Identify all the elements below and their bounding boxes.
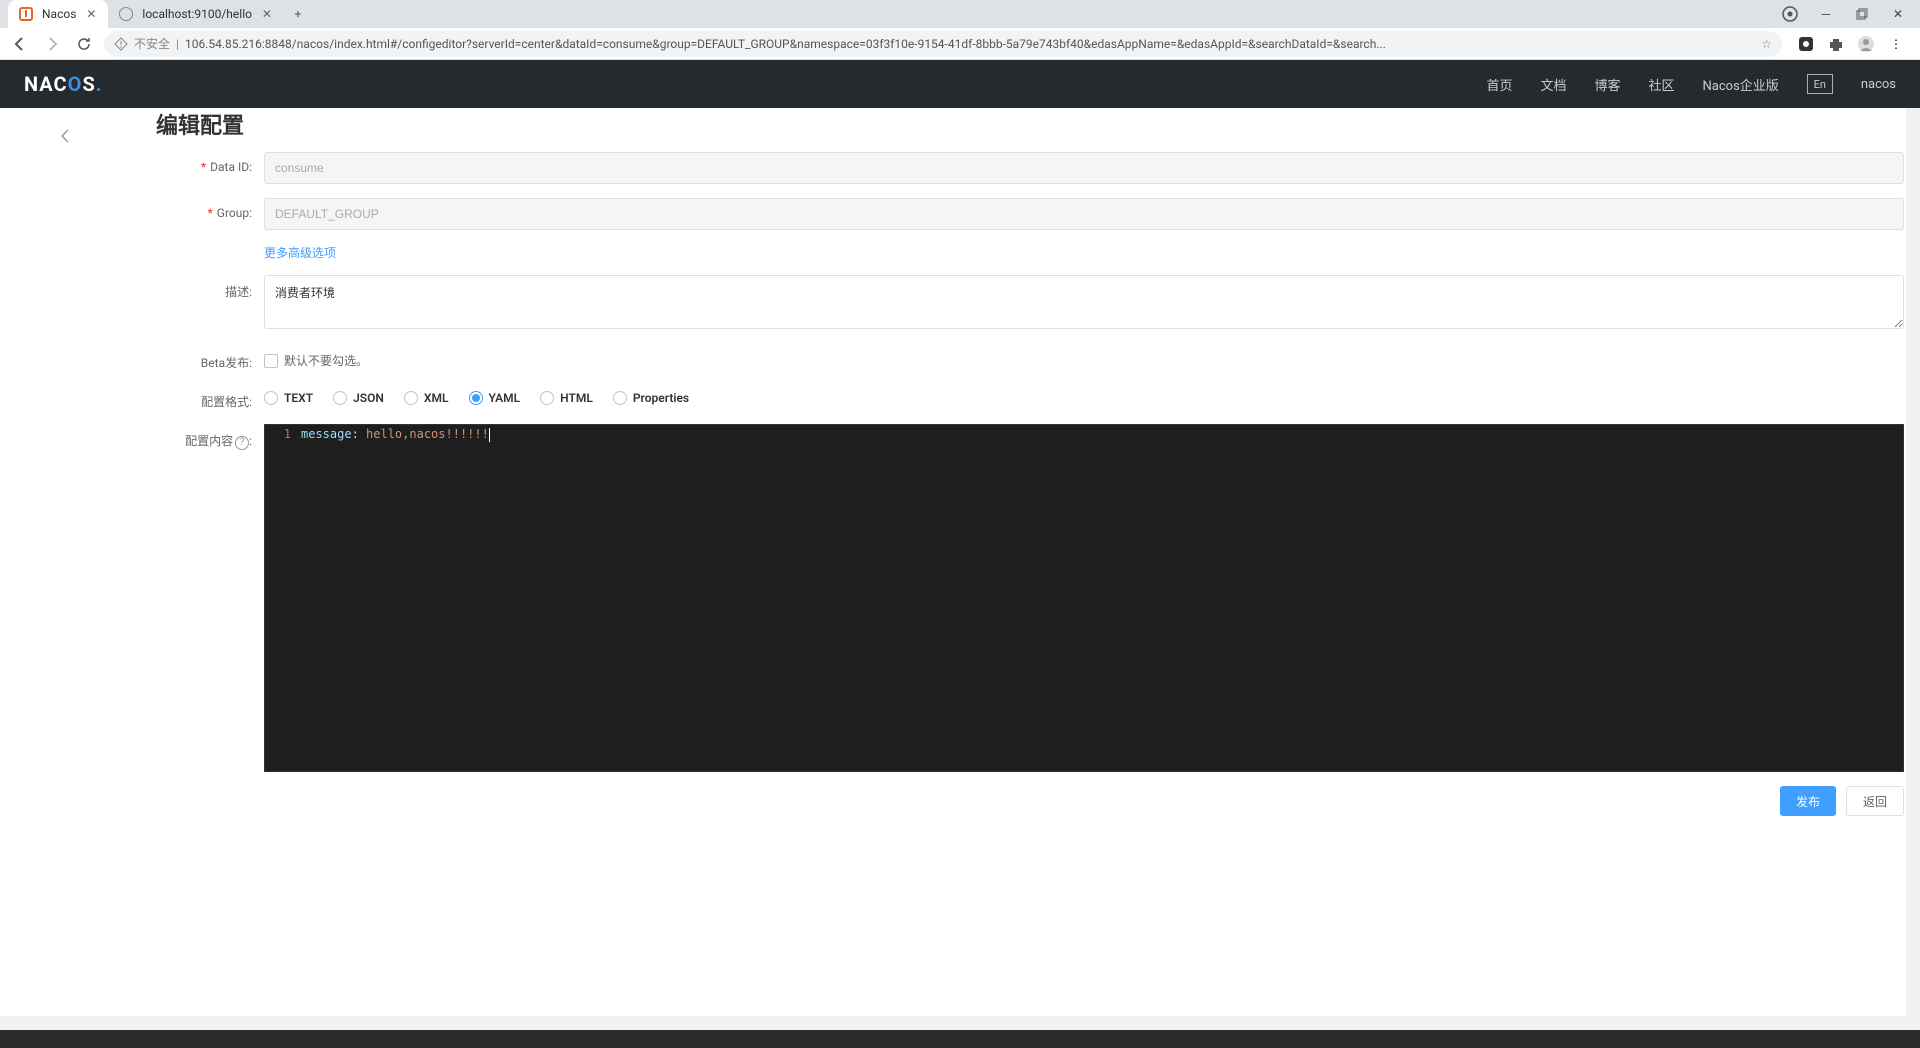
- back-button[interactable]: 返回: [1846, 786, 1904, 816]
- insecure-icon: [114, 37, 128, 51]
- browser-tab-localhost[interactable]: localhost:9100/hello ✕: [108, 0, 284, 28]
- extension-icons: ⋮: [1790, 34, 1912, 54]
- security-label: 不安全: [134, 35, 170, 52]
- nacos-favicon-icon: [18, 6, 34, 22]
- label-format: 配置格式:: [156, 385, 264, 410]
- reload-icon[interactable]: [72, 32, 96, 56]
- nav-docs[interactable]: 文档: [1540, 75, 1566, 94]
- browser-tab-nacos[interactable]: Nacos ✕: [8, 0, 108, 28]
- account-icon[interactable]: [1776, 0, 1804, 28]
- form-row-format: 配置格式: TEXT JSON XML YAML HTML Properties: [156, 385, 1904, 410]
- url-text: 106.54.85.216:8848/nacos/index.html#/con…: [185, 37, 1755, 51]
- form-row-content: 配置内容?: 1 message: hello,nacos!!!!!!: [156, 424, 1904, 772]
- radio-html[interactable]: HTML: [540, 391, 593, 405]
- extensions-puzzle-icon[interactable]: [1826, 34, 1846, 54]
- editor-gutter: 1: [265, 425, 297, 771]
- beta-checkbox[interactable]: [264, 354, 278, 368]
- label-description: 描述:: [156, 275, 264, 300]
- nacos-logo[interactable]: NACOS.: [24, 72, 103, 96]
- label-group: *Group:: [156, 198, 264, 220]
- forward-icon[interactable]: [40, 32, 64, 56]
- nav-enterprise[interactable]: Nacos企业版: [1703, 75, 1779, 94]
- nacos-header: NACOS. 首页 文档 博客 社区 Nacos企业版 En nacos: [0, 60, 1920, 108]
- radio-text[interactable]: TEXT: [264, 391, 313, 405]
- header-nav: 首页 文档 博客 社区 Nacos企业版 En nacos: [1486, 74, 1896, 94]
- window-controls: ─ ✕: [1776, 0, 1920, 28]
- extension-icon[interactable]: [1796, 34, 1816, 54]
- group-input[interactable]: [264, 198, 1904, 230]
- vertical-scrollbar[interactable]: [1906, 108, 1920, 1048]
- nav-home[interactable]: 首页: [1486, 75, 1512, 94]
- sidebar-collapse-icon[interactable]: [0, 128, 140, 148]
- dataid-input[interactable]: [264, 152, 1904, 184]
- os-taskbar: [0, 1030, 1920, 1048]
- label-dataid: *Data ID:: [156, 152, 264, 174]
- separator: |: [176, 37, 179, 51]
- username[interactable]: nacos: [1861, 77, 1896, 92]
- sidebar: [0, 108, 140, 1048]
- label-content: 配置内容?:: [156, 424, 264, 772]
- code-editor[interactable]: 1 message: hello,nacos!!!!!!: [264, 424, 1904, 772]
- radio-xml[interactable]: XML: [404, 391, 449, 405]
- content-area: 编辑配置 *Data ID: *Group: 更多高级选项 描述: 消费者: [140, 108, 1920, 1048]
- radio-yaml[interactable]: YAML: [469, 391, 521, 405]
- advanced-options-link[interactable]: 更多高级选项: [264, 246, 336, 260]
- radio-properties[interactable]: Properties: [613, 391, 689, 405]
- page-title: 编辑配置: [156, 108, 1904, 140]
- editor-area[interactable]: message: hello,nacos!!!!!!: [297, 425, 1903, 771]
- publish-button[interactable]: 发布: [1780, 786, 1836, 816]
- tab-title: Nacos: [42, 7, 76, 21]
- form-row-dataid: *Data ID:: [156, 152, 1904, 184]
- form-row-beta: Beta发布: 默认不要勾选。: [156, 346, 1904, 371]
- form-footer: 发布 返回: [156, 786, 1904, 816]
- tab-bar: Nacos ✕ localhost:9100/hello ✕ + ─ ✕: [0, 0, 1920, 28]
- radio-json[interactable]: JSON: [333, 391, 384, 405]
- form-row-advanced: 更多高级选项: [156, 244, 1904, 261]
- main-layout: 编辑配置 *Data ID: *Group: 更多高级选项 描述: 消费者: [0, 108, 1920, 1048]
- address-bar: 不安全 | 106.54.85.216:8848/nacos/index.htm…: [0, 28, 1920, 60]
- language-toggle[interactable]: En: [1807, 74, 1833, 94]
- bookmark-star-icon[interactable]: ☆: [1761, 37, 1772, 51]
- format-radio-group: TEXT JSON XML YAML HTML Properties: [264, 385, 1904, 405]
- minimize-icon[interactable]: ─: [1812, 0, 1840, 28]
- description-textarea[interactable]: 消费者环境: [264, 275, 1904, 329]
- maximize-icon[interactable]: [1848, 0, 1876, 28]
- beta-hint: 默认不要勾选。: [284, 352, 368, 369]
- cursor-icon: [489, 428, 490, 442]
- horizontal-scrollbar[interactable]: [0, 1016, 1906, 1030]
- form-row-group: *Group:: [156, 198, 1904, 230]
- nav-community[interactable]: 社区: [1649, 75, 1675, 94]
- address-input[interactable]: 不安全 | 106.54.85.216:8848/nacos/index.htm…: [104, 31, 1782, 57]
- help-icon[interactable]: ?: [235, 436, 249, 450]
- nav-blog[interactable]: 博客: [1595, 75, 1621, 94]
- form-row-description: 描述: 消费者环境: [156, 275, 1904, 332]
- back-icon[interactable]: [8, 32, 32, 56]
- close-icon[interactable]: ✕: [260, 7, 274, 21]
- close-window-icon[interactable]: ✕: [1884, 0, 1912, 28]
- close-icon[interactable]: ✕: [84, 7, 98, 21]
- menu-dots-icon[interactable]: ⋮: [1886, 34, 1906, 54]
- profile-avatar-icon[interactable]: [1856, 34, 1876, 54]
- label-beta: Beta发布:: [156, 346, 264, 371]
- tab-title: localhost:9100/hello: [142, 7, 252, 21]
- globe-favicon-icon: [118, 6, 134, 22]
- new-tab-button[interactable]: +: [284, 0, 312, 28]
- browser-chrome: Nacos ✕ localhost:9100/hello ✕ + ─ ✕: [0, 0, 1920, 60]
